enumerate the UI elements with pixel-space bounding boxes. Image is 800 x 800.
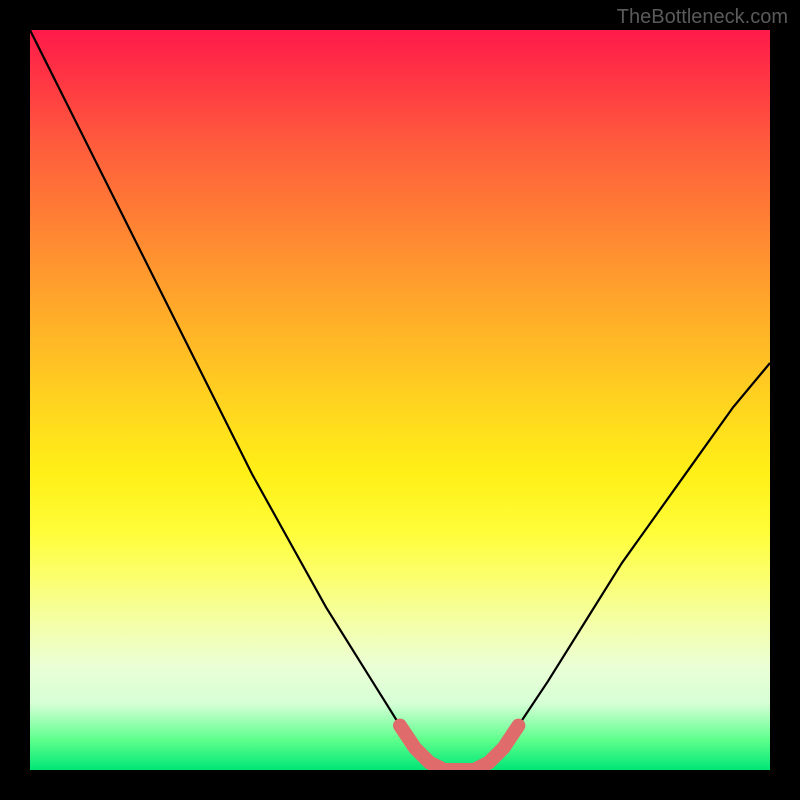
bottleneck-highlight <box>400 726 518 770</box>
chart-svg <box>30 30 770 770</box>
bottleneck-curve <box>30 30 770 770</box>
chart-plot-area <box>30 30 770 770</box>
watermark-text: TheBottleneck.com <box>617 6 788 29</box>
